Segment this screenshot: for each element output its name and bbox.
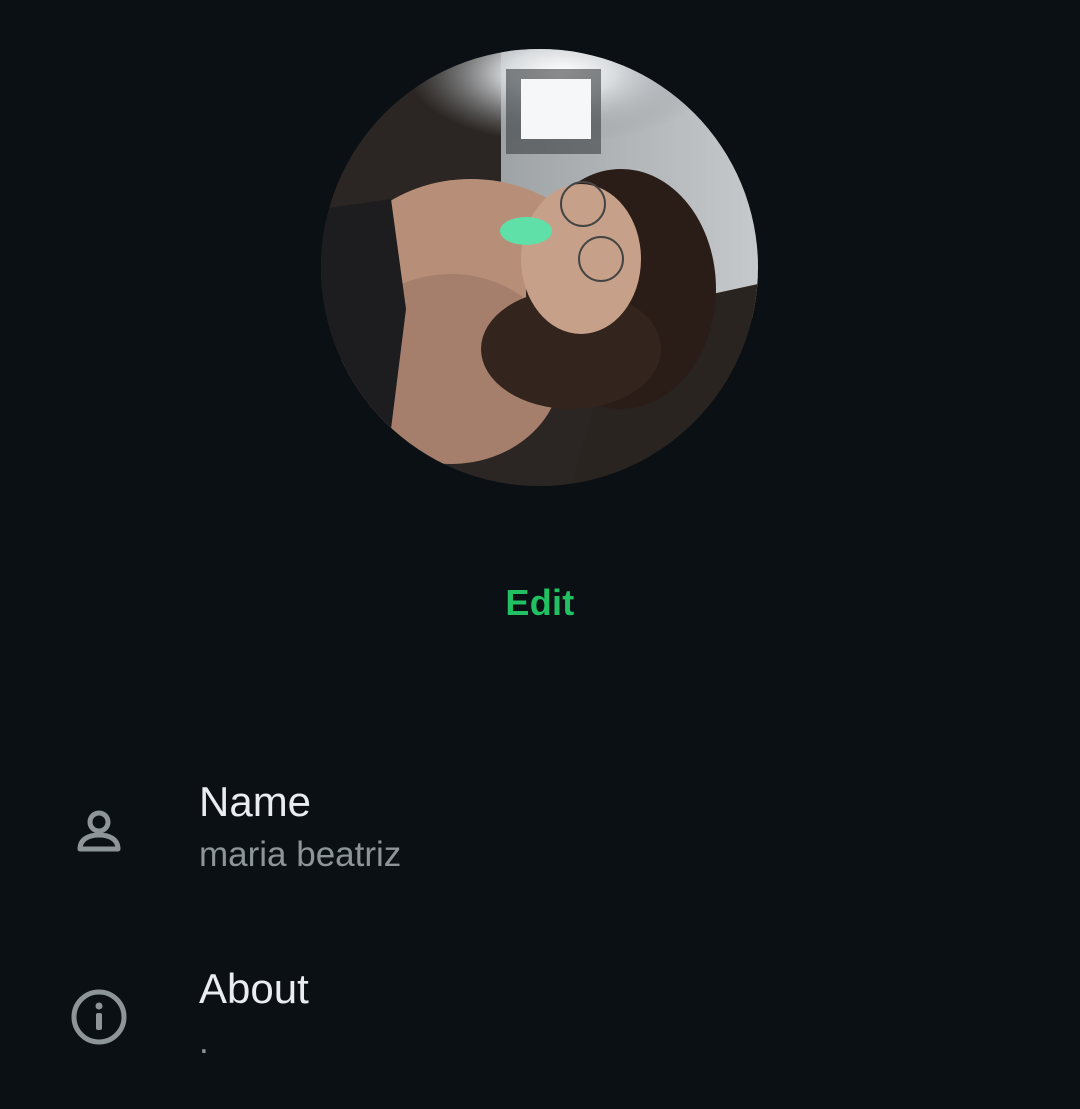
about-field-value: . [199,1022,209,1061]
profile-photo-image [321,49,758,486]
name-field-value: maria beatriz [199,835,402,874]
about-field-row[interactable]: About . [0,962,1080,1082]
edit-photo-button[interactable]: Edit [0,582,1080,624]
profile-photo[interactable] [321,49,758,486]
info-icon [71,989,127,1045]
about-field-label: About [199,965,309,1012]
name-field-label: Name [199,778,312,825]
profile-screen: Edit Name maria beatriz About . [0,0,1080,1109]
person-icon [77,810,121,852]
name-field-row[interactable]: Name maria beatriz [0,775,1080,895]
